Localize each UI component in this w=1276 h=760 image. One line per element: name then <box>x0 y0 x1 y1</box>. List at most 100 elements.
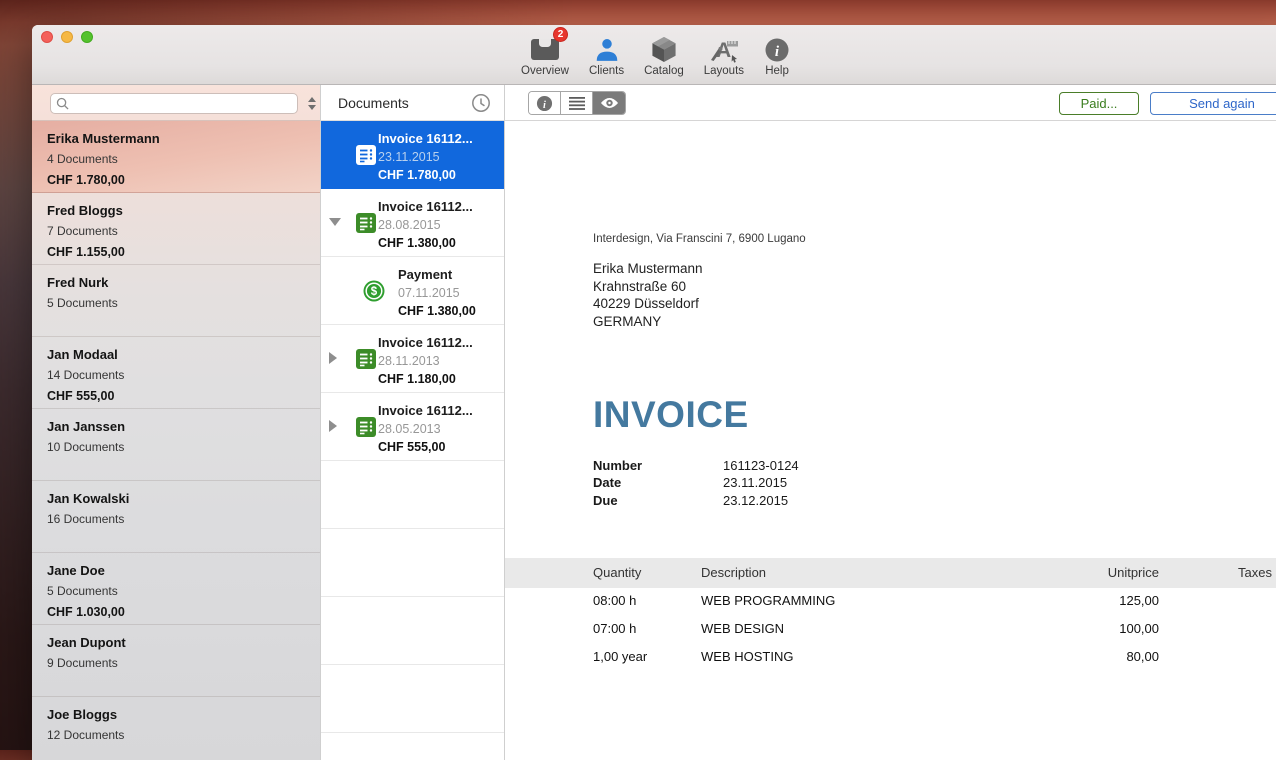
search-field[interactable] <box>50 93 298 114</box>
document-amount: CHF 1.380,00 <box>398 302 476 321</box>
client-document-count: 4 Documents <box>47 149 305 170</box>
client-row[interactable]: Joe Bloggs 12 Documents <box>32 697 320 760</box>
invoice-icon <box>356 417 376 437</box>
clock-icon <box>471 93 491 113</box>
invoice-table-rows: 08:00 h WEB PROGRAMMING 125,00 07:00 h W… <box>505 587 1276 671</box>
view-mode-list[interactable] <box>561 92 593 114</box>
client-row[interactable]: Fred Bloggs 7 Documents CHF 1.155,00 <box>32 193 320 265</box>
document-text: Invoice 16112... 23.11.2015 CHF 1.780,00 <box>378 130 473 185</box>
inbox-tray-icon: 2 <box>529 31 561 63</box>
line-quantity: 08:00 h <box>593 587 636 615</box>
client-document-count: 5 Documents <box>47 293 305 314</box>
titlebar: 2 Overview Clients <box>32 25 1276 85</box>
client-row[interactable]: Jean Dupont 9 Documents <box>32 625 320 697</box>
invoice-meta-value: 161123-0124 <box>723 457 799 474</box>
document-text: Invoice 16112... 28.05.2013 CHF 555,00 <box>378 402 473 457</box>
document-title: Invoice 16112... <box>378 334 473 352</box>
line-description: WEB HOSTING <box>701 643 793 671</box>
invoice-recipient-address: Erika Mustermann Krahnstraße 60 40229 Dü… <box>593 260 703 330</box>
client-row[interactable]: Jan Kowalski 16 Documents <box>32 481 320 553</box>
app-window: 2 Overview Clients <box>32 25 1276 760</box>
view-mode-switcher: i <box>528 91 626 115</box>
history-filter-button[interactable] <box>471 93 491 113</box>
client-name: Fred Nurk <box>47 273 305 293</box>
client-row[interactable]: Jane Doe 5 Documents CHF 1.030,00 <box>32 553 320 625</box>
toolbar-item-catalog[interactable]: Catalog <box>644 31 684 77</box>
search-row <box>32 85 320 121</box>
info-icon: i <box>536 95 553 112</box>
document-row[interactable]: $ Invoice 16112... 23.11.2015 CHF 1.780,… <box>321 121 504 189</box>
invoice-meta-label: Due <box>593 492 723 509</box>
client-amount: CHF 1.030,00 <box>47 602 305 622</box>
line-unitprice: 125,00 <box>1065 587 1159 615</box>
document-amount: CHF 1.380,00 <box>378 234 473 253</box>
document-text: Invoice 16112... 28.11.2013 CHF 1.180,00 <box>378 334 473 389</box>
send-again-button[interactable]: Send again <box>1150 92 1276 115</box>
recipient-city: 40229 Düsseldorf <box>593 295 703 313</box>
disclosure-triangle-icon[interactable] <box>329 420 339 430</box>
document-row[interactable]: $ Payment 07.11.2015 CHF 1.380,00 <box>321 257 504 325</box>
client-amount: CHF 1.780,00 <box>47 170 305 190</box>
invoice-meta-label: Number <box>593 457 723 474</box>
document-amount: CHF 555,00 <box>378 438 473 457</box>
clients-sidebar: Erika Mustermann 4 Documents CHF 1.780,0… <box>32 85 320 760</box>
sort-stepper[interactable] <box>306 94 318 112</box>
documents-header: Documents <box>321 85 504 121</box>
client-row[interactable]: Jan Modaal 14 Documents CHF 555,00 <box>32 337 320 409</box>
documents-column-title: Documents <box>338 95 409 111</box>
header-taxes: Taxes <box>1238 558 1272 588</box>
sort-down-icon <box>308 105 316 110</box>
minimize-window-button[interactable] <box>61 31 73 43</box>
documents-column: Documents <box>320 85 505 760</box>
disclosure-triangle-icon[interactable] <box>329 352 339 362</box>
toolbar-item-clients[interactable]: Clients <box>589 31 624 77</box>
toolbar-item-layouts[interactable]: A Layouts <box>704 31 744 77</box>
view-mode-info[interactable]: i <box>529 92 561 114</box>
client-document-count: 14 Documents <box>47 365 305 386</box>
line-unitprice: 100,00 <box>1065 615 1159 643</box>
client-row[interactable]: Erika Mustermann 4 Documents CHF 1.780,0… <box>32 121 320 193</box>
client-name: Jan Modaal <box>47 345 305 365</box>
line-description: WEB DESIGN <box>701 615 784 643</box>
client-name: Erika Mustermann <box>47 129 305 149</box>
paid-button[interactable]: Paid... <box>1059 92 1139 115</box>
invoice-meta-row: Date 23.11.2015 <box>593 474 799 491</box>
client-name: Jan Janssen <box>47 417 305 437</box>
toolbar-label: Help <box>765 65 789 77</box>
preview-toolbar: i <box>505 85 1276 121</box>
client-document-count: 12 Documents <box>47 725 305 746</box>
toolbar-label: Layouts <box>704 65 744 77</box>
toolbar-item-overview[interactable]: 2 Overview <box>521 31 569 77</box>
view-mode-preview[interactable] <box>593 92 625 114</box>
search-icon <box>56 97 69 110</box>
recipient-country: GERMANY <box>593 313 703 331</box>
document-row[interactable]: $ Invoice 16112... 28.05.2013 CHF 555,00 <box>321 393 504 461</box>
header-description: Description <box>701 558 766 588</box>
document-list-empty-rows <box>321 461 504 760</box>
recipient-street: Krahnstraße 60 <box>593 278 703 296</box>
client-row[interactable]: Jan Janssen 10 Documents <box>32 409 320 481</box>
invoice-meta-row: Number 161123-0124 <box>593 457 799 474</box>
invoice-meta-value: 23.11.2015 <box>723 474 787 491</box>
client-row[interactable]: Fred Nurk 5 Documents <box>32 265 320 337</box>
document-amount: CHF 1.780,00 <box>378 166 473 185</box>
document-date: 28.11.2013 <box>378 352 473 370</box>
preview-pane: i <box>505 85 1276 760</box>
document-row[interactable]: $ Invoice 16112... 28.11.2013 CHF 1.180,… <box>321 325 504 393</box>
client-amount: CHF 555,00 <box>47 386 305 406</box>
svg-text:i: i <box>543 99 546 110</box>
header-quantity: Quantity <box>593 558 641 588</box>
disclosure-triangle-icon[interactable] <box>329 218 339 228</box>
help-icon: i <box>764 31 790 63</box>
document-row[interactable]: $ Invoice 16112... 28.08.2015 CHF 1.380,… <box>321 189 504 257</box>
svg-text:$: $ <box>371 286 378 298</box>
zoom-window-button[interactable] <box>81 31 93 43</box>
toolbar-item-help[interactable]: i Help <box>764 31 790 77</box>
client-name: Jane Doe <box>47 561 305 581</box>
close-window-button[interactable] <box>41 31 53 43</box>
recipient-name: Erika Mustermann <box>593 260 703 278</box>
search-input[interactable] <box>73 97 297 111</box>
eye-icon <box>600 96 619 110</box>
layouts-icon: A <box>708 31 740 63</box>
invoice-line-item: 08:00 h WEB PROGRAMMING 125,00 <box>505 587 1276 615</box>
